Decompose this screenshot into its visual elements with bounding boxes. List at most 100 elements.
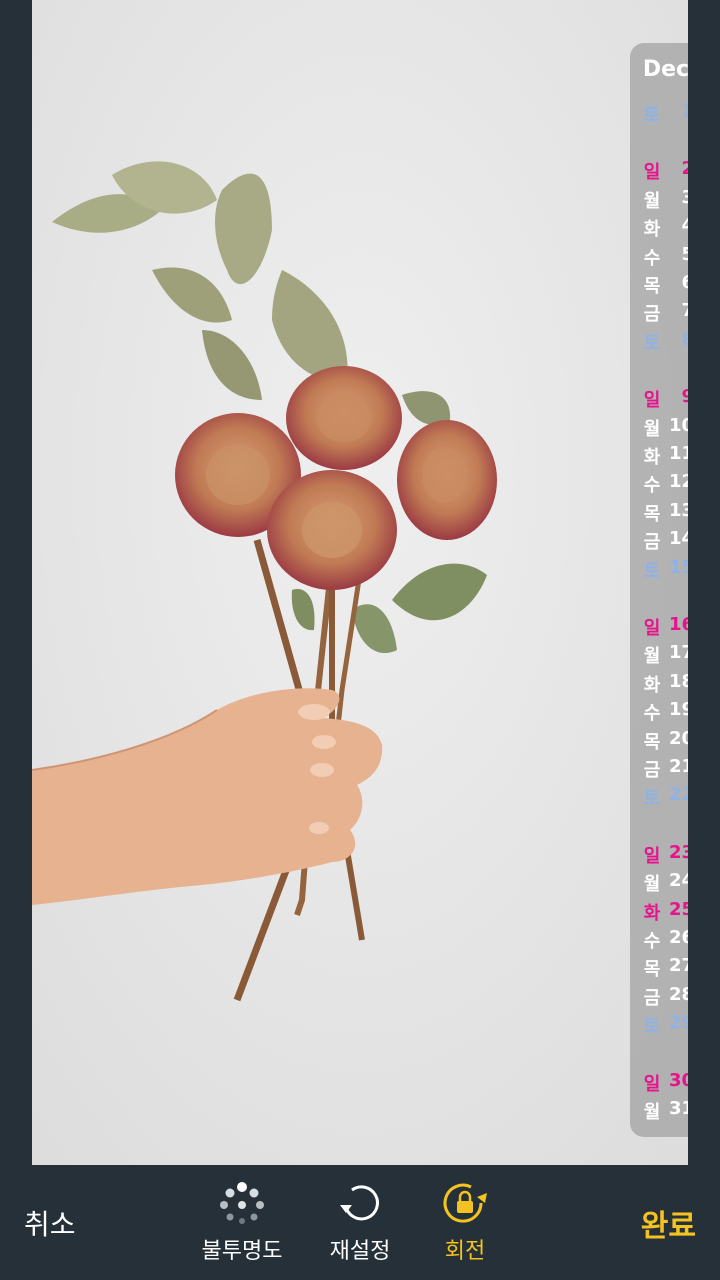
calendar-date: 29 — [668, 1012, 688, 1034]
calendar-day-name: 월 — [643, 418, 661, 440]
opacity-dots-icon — [220, 1182, 264, 1224]
calendar-date: 4 — [681, 215, 688, 237]
calendar-day-row: 토8 — [630, 329, 688, 357]
calendar-day-row: 금 14 — [630, 528, 688, 556]
calendar-day-name: 화 — [643, 447, 661, 468]
dried-roses-photo — [32, 0, 688, 1165]
calendar-date: 15 — [668, 556, 688, 578]
calendar-date: 24 — [668, 870, 688, 892]
calendar-day-name: 화 — [643, 674, 661, 696]
calendar-day-name: 금 — [643, 304, 661, 326]
calendar-day-name: 화 — [643, 219, 661, 241]
calendar-day-row: 목 27 — [630, 955, 688, 983]
calendar-day-name: 수 — [643, 247, 661, 269]
calendar-day-name: 월 — [643, 1102, 661, 1123]
calendar-day-name: 수 — [643, 703, 661, 725]
calendar-day-name: 목 — [643, 959, 661, 981]
calendar-date: 6 — [681, 272, 688, 293]
reset-icon — [340, 1185, 379, 1221]
calendar-day-row: 목 13 — [630, 500, 688, 528]
calendar-date: 8 — [681, 328, 688, 350]
calendar-day-name: 월 — [643, 190, 661, 212]
calendar-day-name: 일 — [643, 845, 661, 867]
calendar-day-row: 수 19 — [630, 699, 688, 727]
calendar-date: 27 — [668, 955, 688, 977]
calendar-day-row: 일 16 — [630, 614, 688, 642]
calendar-day-row: 토 22 — [630, 784, 688, 812]
cancel-button[interactable]: 취소 — [24, 1203, 76, 1243]
done-button[interactable]: 완료 — [641, 1201, 696, 1245]
bottom-toolbar: 취소 불투명도 재설정 회전 완료 — [0, 1165, 720, 1280]
calendar-date: 9 — [681, 386, 688, 408]
calendar-day-row: 월 24 — [630, 870, 688, 898]
calendar-day-row: 목6 — [630, 272, 688, 300]
calendar-day-name: 금 — [643, 532, 661, 554]
calendar-day-row: 토1 — [630, 101, 688, 129]
calendar-date: 19 — [668, 699, 688, 721]
calendar-day-name: 목 — [643, 503, 661, 525]
calendar-day-name: 월 — [643, 874, 661, 896]
calendar-date: 31 — [668, 1098, 688, 1119]
calendar-date: 5 — [681, 243, 688, 265]
calendar-date: 13 — [668, 499, 688, 521]
calendar-day-row: 화4 — [630, 215, 688, 243]
calendar-date: 18 — [668, 670, 688, 692]
calendar-day-row: 금 28 — [630, 984, 688, 1012]
rotation-button[interactable]: 회전 — [410, 1181, 520, 1265]
calendar-day-name: 수 — [643, 931, 661, 952]
calendar-date: 14 — [668, 528, 688, 550]
calendar-day-name: 목 — [643, 731, 661, 753]
calendar-day-name: 화 — [643, 902, 661, 924]
calendar-day-row: 월 17 — [630, 642, 688, 670]
calendar-date: 1 — [681, 101, 688, 122]
calendar-date: 25 — [668, 898, 688, 920]
calendar-day-row: 일9 — [630, 386, 688, 414]
calendar-overlay[interactable]: Dec 토 1 일 2 월 3 화 4 수 5 목 6 금 7 토 8 일 9 월 10 화 11 수 12 목 13 금 14 토 15… — [630, 43, 688, 1137]
calendar-day-name: 토 — [643, 1016, 661, 1038]
calendar-date: 11 — [668, 443, 688, 464]
calendar-date: 28 — [668, 983, 688, 1005]
opacity-button[interactable]: 불투명도 — [187, 1181, 297, 1265]
calendar-day-name: 토 — [643, 788, 661, 810]
calendar-date: 21 — [668, 756, 688, 777]
calendar-date: 7 — [681, 300, 688, 322]
reset-button[interactable]: 재설정 — [305, 1181, 415, 1265]
calendar-day-row: 화 18 — [630, 671, 688, 699]
calendar-date: 23 — [668, 841, 688, 863]
calendar-date: 12 — [668, 471, 688, 493]
calendar-date: 17 — [668, 642, 688, 664]
calendar-day-row: 월 31 — [630, 1098, 688, 1126]
calendar-date: 2 — [681, 158, 688, 180]
photo-canvas[interactable]: Dec 토 1 일 2 월 3 화 4 수 5 목 6 금 7 토 8 일 9 월 10 화 11 수 12 목 13 금 14 토 15… — [32, 0, 688, 1165]
calendar-day-name: 일 — [643, 1073, 661, 1095]
calendar-day-name: 금 — [643, 760, 661, 781]
calendar-date: 10 — [668, 414, 688, 436]
calendar-day-row: 월3 — [630, 187, 688, 215]
calendar-day-row: 목 20 — [630, 728, 688, 756]
calendar-day-row: 일2 — [630, 158, 688, 186]
calendar-month: Dec — [642, 57, 688, 82]
calendar-day-row: 토 29 — [630, 1012, 688, 1040]
calendar-day-row: 일 23 — [630, 842, 688, 870]
calendar-day-name: 일 — [643, 390, 661, 412]
calendar-day-row: 월 10 — [630, 415, 688, 443]
calendar-day-name: 수 — [643, 475, 661, 497]
calendar-day-name: 토 — [643, 560, 661, 582]
calendar-date: 3 — [681, 186, 688, 208]
calendar-date: 20 — [668, 727, 688, 749]
calendar-date: 22 — [668, 784, 688, 806]
calendar-date: 30 — [668, 1069, 688, 1091]
calendar-day-name: 금 — [643, 987, 661, 1009]
calendar-day-row: 수5 — [630, 244, 688, 272]
calendar-day-name: 목 — [643, 276, 661, 297]
calendar-day-row: 금7 — [630, 300, 688, 328]
calendar-day-row: 수 12 — [630, 471, 688, 499]
calendar-day-name: 일 — [643, 162, 661, 184]
rotation-lock-icon — [443, 1183, 487, 1223]
opacity-label: 불투명도 — [201, 1239, 283, 1264]
calendar-day-name: 월 — [643, 646, 661, 668]
calendar-day-name: 토 — [643, 332, 661, 354]
reset-label: 재설정 — [329, 1239, 391, 1264]
calendar-date: 26 — [668, 927, 688, 948]
calendar-day-row: 일 30 — [630, 1070, 688, 1098]
